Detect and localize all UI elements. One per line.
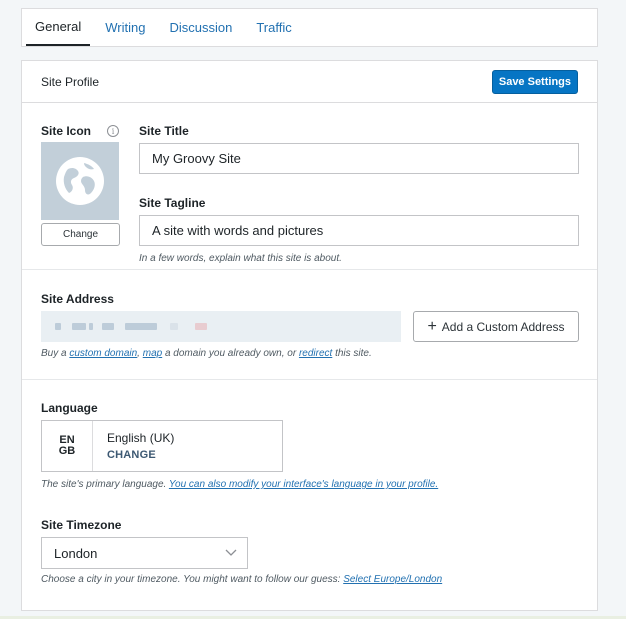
plus-icon: + — [427, 317, 437, 335]
change-icon-button[interactable]: Change — [41, 223, 120, 246]
redacted-address — [55, 323, 61, 330]
site-tagline-input[interactable]: A site with words and pictures — [139, 215, 579, 246]
language-info: English (UK) CHANGE — [93, 421, 188, 471]
tab-general[interactable]: General — [26, 9, 91, 46]
site-title-label: Site Title — [139, 124, 189, 138]
custom-domain-link[interactable]: custom domain — [69, 348, 137, 359]
redirect-link[interactable]: redirect — [299, 348, 332, 359]
site-icon-image — [41, 142, 119, 220]
divider — [22, 269, 597, 270]
language-name: English (UK) — [107, 431, 175, 445]
timezone-value: London — [54, 545, 98, 561]
site-tagline-help: In a few words, explain what this site i… — [139, 253, 342, 264]
site-address-label: Site Address — [41, 292, 114, 306]
language-code: EN GB — [42, 421, 93, 471]
card-header: Site Profile Save Settings — [22, 61, 597, 103]
select-europe-london-link[interactable]: Select Europe/London — [343, 574, 442, 585]
timezone-select[interactable]: London — [41, 537, 248, 569]
globe-icon — [56, 157, 104, 205]
chevron-down-icon — [225, 549, 237, 556]
map-domain-link[interactable]: map — [143, 348, 162, 359]
tab-writing[interactable]: Writing — [96, 9, 154, 46]
tab-discussion[interactable]: Discussion — [160, 9, 241, 46]
add-custom-address-button[interactable]: + Add a Custom Address — [413, 311, 579, 342]
timezone-label: Site Timezone — [41, 518, 122, 532]
site-address-field — [41, 311, 401, 342]
card-title: Site Profile — [41, 74, 100, 89]
tab-traffic[interactable]: Traffic — [247, 9, 300, 46]
site-title-input[interactable]: My Groovy Site — [139, 143, 579, 174]
site-tagline-label: Site Tagline — [139, 196, 206, 210]
language-help: The site's primary language. You can als… — [41, 479, 439, 490]
section-nav-tabs: General Writing Discussion Traffic — [21, 8, 598, 47]
timezone-help: Choose a city in your timezone. You migh… — [41, 574, 443, 585]
change-language-button[interactable]: CHANGE — [107, 449, 174, 461]
interface-language-link[interactable]: You can also modify your interface's lan… — [169, 479, 438, 490]
divider — [22, 379, 597, 380]
site-icon-label: Site Icon — [41, 124, 92, 138]
save-settings-button[interactable]: Save Settings — [491, 69, 578, 94]
site-address-help: Buy a custom domain, map a domain you al… — [41, 348, 372, 359]
info-icon[interactable]: i — [107, 125, 119, 137]
language-picker[interactable]: EN GB English (UK) CHANGE — [41, 420, 283, 472]
language-label: Language — [41, 401, 98, 415]
site-profile-card: Site Profile Save Settings Site Icon i C… — [21, 60, 598, 611]
